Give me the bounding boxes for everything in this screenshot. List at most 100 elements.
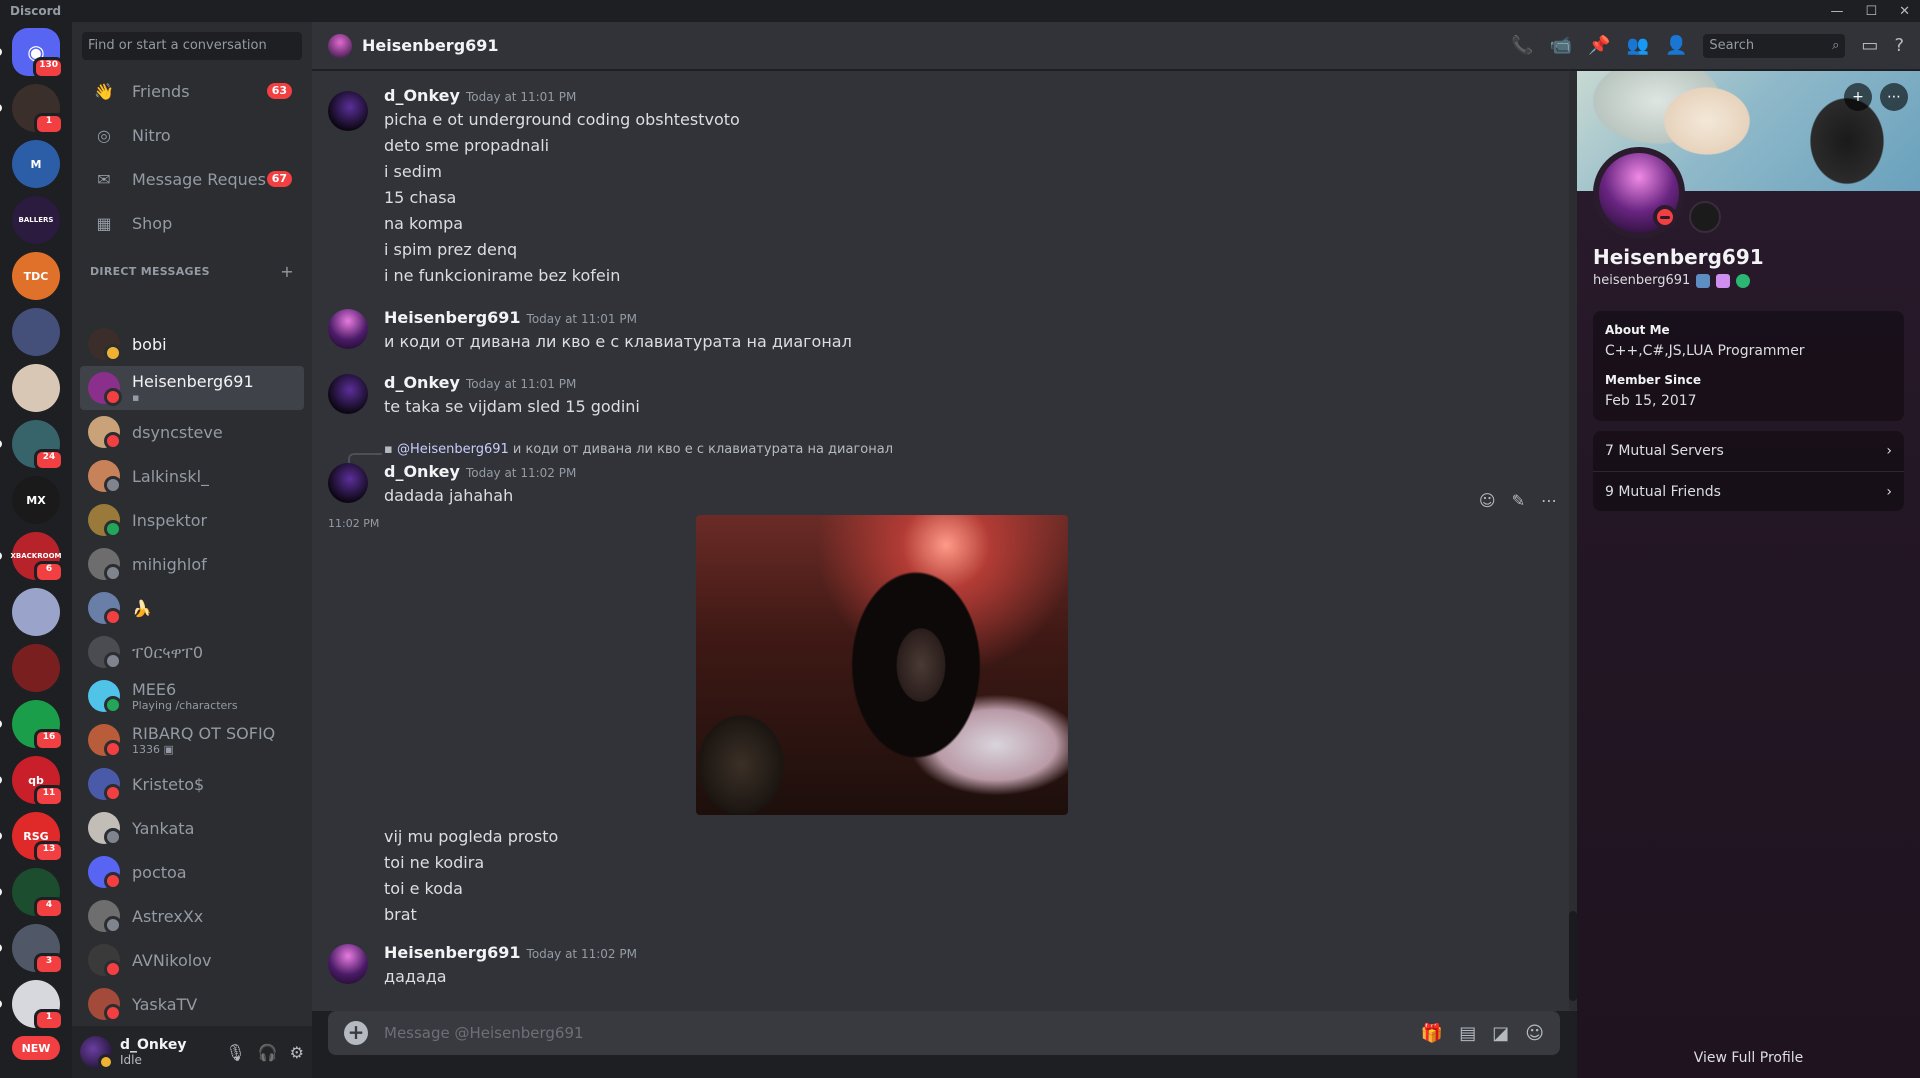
user-profile-icon[interactable]: 👤 (1665, 35, 1687, 56)
server-icon[interactable]: qb 11 (0, 756, 64, 807)
author-avatar[interactable] (328, 463, 368, 503)
server-icon[interactable]: TDC (12, 252, 60, 300)
mutual-friends-button[interactable]: 9 Mutual Friends › (1593, 471, 1904, 511)
server-icon[interactable]: BALLERS (12, 196, 60, 244)
nav-nitro[interactable]: ◎ Nitro (80, 114, 304, 156)
server-icon[interactable] (12, 588, 60, 636)
server-icon[interactable]: 3 (0, 924, 64, 975)
server-icon[interactable]: 4 (0, 868, 64, 919)
nav-envelope[interactable]: ✉ Message Reques... 67 (80, 158, 304, 200)
dm-item[interactable]: RIBARQ OT SOFIQ 1336 ▣ (80, 718, 304, 762)
server-icon[interactable] (12, 364, 60, 412)
server-icon[interactable]: 16 (0, 700, 64, 751)
message-text: i ne funkcionirame bez kofein (384, 266, 621, 285)
nav-shop[interactable]: ▦ Shop (80, 202, 304, 244)
mutual-servers-button[interactable]: 7 Mutual Servers › (1593, 431, 1904, 471)
user-profile-panel: + ⋯ Heisenberg691 heisenberg691 About Me… (1577, 71, 1920, 1078)
minimize-icon[interactable]: — (1830, 4, 1843, 19)
microphone-icon[interactable]: 🎙 (225, 1043, 245, 1062)
dm-item[interactable]: AVNikolov (80, 938, 304, 982)
nav-friends[interactable]: 👋 Friends 63 (80, 70, 304, 112)
user-names[interactable]: d_Onkey Idle (120, 1037, 225, 1067)
message-group: d_Onkey Today at 11:01 PM te taka se vijd… (312, 372, 1577, 420)
profile-avatar[interactable] (1593, 147, 1685, 239)
dm-item[interactable]: dsyncsteve (80, 410, 304, 454)
message-composer: + Message @Heisenberg691 🎁 ▤ ◪ ☺ (328, 1011, 1560, 1055)
dm-item[interactable]: 🍌 (80, 586, 304, 630)
headphones-icon[interactable]: 🎧 (258, 1043, 278, 1062)
upload-plus-icon[interactable]: + (344, 1021, 368, 1045)
dm-item[interactable]: YaskaTV (80, 982, 304, 1022)
server-icon[interactable]: M (12, 140, 60, 188)
reply-mention[interactable]: @Heisenberg691 (397, 442, 509, 457)
shop-icon: ▦ (96, 213, 112, 233)
user-avatar[interactable] (80, 1036, 114, 1070)
chat-scrollbar-thumb[interactable] (1569, 911, 1577, 1001)
dm-name: dsyncsteve (132, 422, 223, 442)
author-avatar[interactable] (328, 374, 368, 414)
server-icon[interactable]: MX (12, 476, 60, 524)
server-icon[interactable] (12, 308, 60, 356)
badge-icon[interactable] (1696, 273, 1711, 288)
dm-section-header: DIRECT MESSAGES + (90, 262, 294, 281)
header-search-input[interactable]: Search ⌕ (1703, 33, 1846, 58)
settings-gear-icon[interactable]: ⚙ (290, 1043, 304, 1062)
reply-preview[interactable]: ▪ @Heisenberg691 и коди от дивана ли кво… (384, 442, 893, 457)
author-avatar[interactable] (328, 309, 368, 349)
profile-more-icon[interactable]: ⋯ (1880, 83, 1908, 111)
more-options-icon[interactable]: ⋯ (1541, 491, 1557, 510)
emoji-icon[interactable]: ☺ (1525, 1023, 1544, 1044)
gif-icon[interactable]: ▤ (1459, 1023, 1476, 1044)
author-avatar[interactable] (328, 944, 368, 984)
voice-call-icon[interactable]: 📞 (1511, 35, 1533, 56)
add-friends-to-dm-icon[interactable]: 👥 (1627, 35, 1649, 56)
help-icon[interactable]: ? (1894, 35, 1904, 56)
inbox-icon[interactable]: ▭ (1861, 35, 1878, 56)
dm-item[interactable]: mihighlof (80, 542, 304, 586)
find-conversation-button[interactable]: Find or start a conversation (82, 32, 302, 60)
author-avatar[interactable] (328, 91, 368, 131)
message-input[interactable]: Message @Heisenberg691 (384, 1024, 1421, 1042)
message-text: te taka se vijdam sled 15 godini (384, 397, 640, 416)
author-name[interactable]: d_Onkey (384, 86, 460, 105)
gift-icon[interactable]: 🎁 (1421, 1023, 1443, 1044)
server-icon[interactable]: RSG 13 (0, 812, 64, 863)
server-icon[interactable]: 1 (0, 84, 64, 135)
server-icon[interactable]: 1 (0, 980, 64, 1031)
server-icon[interactable]: XBACKROOM 6 (0, 532, 64, 583)
dm-item[interactable]: Yankata (80, 806, 304, 850)
sticker-icon[interactable]: ◪ (1492, 1023, 1509, 1044)
pinned-messages-icon[interactable]: 📌 (1588, 35, 1610, 56)
author-name[interactable]: d_Onkey (384, 373, 460, 392)
image-attachment[interactable] (696, 515, 1068, 815)
server-icon[interactable] (12, 644, 60, 692)
member-since-date: Feb 15, 2017 (1605, 393, 1697, 409)
maximize-icon[interactable]: ☐ (1865, 4, 1877, 19)
edit-icon[interactable]: ✎ (1512, 491, 1525, 510)
view-full-profile-link[interactable]: View Full Profile (1577, 1050, 1920, 1066)
hypesquad-badge-icon[interactable] (1736, 273, 1751, 288)
home-button[interactable]: ◉ 130 (0, 28, 64, 79)
author-name[interactable]: d_Onkey (384, 462, 460, 481)
add-friend-icon[interactable]: + (1844, 83, 1872, 111)
close-icon[interactable]: ✕ (1899, 4, 1910, 19)
dm-item[interactable]: bobi (80, 322, 304, 366)
message-text: i sedim (384, 162, 442, 181)
chat-scrollbar[interactable] (1569, 71, 1577, 1011)
nitro-badge-icon[interactable] (1716, 273, 1731, 288)
author-name[interactable]: Heisenberg691 (384, 308, 521, 327)
dm-item[interactable]: Lalkinskl_ (80, 454, 304, 498)
dm-item[interactable]: poctoa (80, 850, 304, 894)
dm-item[interactable]: MEE6 Playing /characters (80, 674, 304, 718)
dm-item[interactable]: Inspektor (80, 498, 304, 542)
new-badge-button[interactable]: NEW (12, 1036, 60, 1060)
dm-item[interactable]: Kristeto$ (80, 762, 304, 806)
author-name[interactable]: Heisenberg691 (384, 943, 521, 962)
dm-item[interactable]: ፐ0ር५ዋፐ0 (80, 630, 304, 674)
add-reaction-icon[interactable]: ☺ (1479, 491, 1496, 510)
server-icon[interactable]: 24 (0, 420, 64, 471)
dm-item[interactable]: Heisenberg691 ▪ (80, 366, 304, 410)
video-call-icon[interactable]: 📹 (1550, 35, 1572, 56)
create-dm-icon[interactable]: + (280, 262, 294, 281)
dm-item[interactable]: AstrexXx (80, 894, 304, 938)
